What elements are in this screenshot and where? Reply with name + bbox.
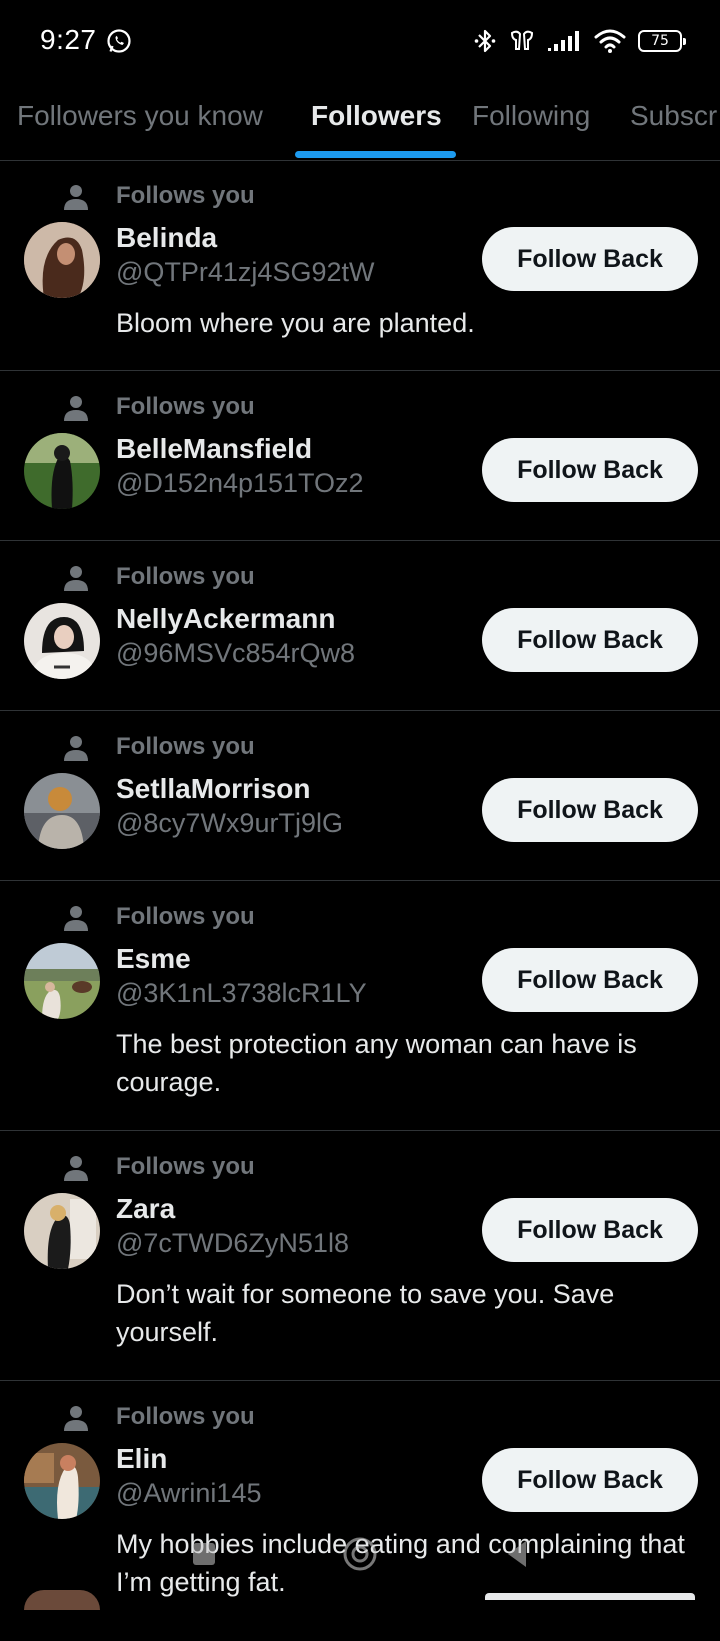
tab-followers-you-know[interactable]: Followers you know — [17, 100, 263, 160]
avatar[interactable] — [24, 603, 100, 679]
follow-back-button[interactable]: Follow Back — [482, 778, 698, 842]
bio: My hobbies include eating and complainin… — [116, 1529, 685, 1597]
display-name[interactable]: Esme — [116, 943, 191, 975]
follow-back-button[interactable]: Follow Back — [482, 948, 698, 1012]
follows-you-label: Follows you — [116, 393, 255, 420]
bio: Don’t wait for someone to save you. Save… — [116, 1279, 615, 1347]
follows-you-label: Follows you — [116, 1153, 255, 1180]
whatsapp-icon — [107, 29, 131, 53]
handle[interactable]: @3K1nL3738lcR1LY — [116, 978, 367, 1009]
follow-back-button[interactable]: Follow Back — [482, 608, 698, 672]
handle[interactable]: @7cTWD6ZyN51l8 — [116, 1228, 349, 1259]
list-item[interactable]: Follows you BelleMansfield @D152n4p151TO… — [0, 371, 720, 541]
status-time: 9:27 — [40, 24, 97, 55]
handle[interactable]: @D152n4p151TOz2 — [116, 468, 364, 499]
earbuds-icon — [510, 30, 534, 50]
follow-back-button[interactable]: Follow Back — [482, 1448, 698, 1512]
status-icons: 75 — [474, 26, 686, 56]
follows-you-label: Follows you — [116, 563, 255, 590]
follow-back-button[interactable]: Follow Back — [482, 1198, 698, 1262]
display-name[interactable]: Belinda — [116, 222, 217, 254]
list-item[interactable]: Follows you SetllaMorrison @8cy7Wx9urTj9… — [0, 711, 720, 881]
tab-subscriptions[interactable]: Subscr — [630, 100, 717, 160]
handle[interactable]: @8cy7Wx9urTj9lG — [116, 808, 343, 839]
avatar — [24, 1590, 100, 1610]
follows-you-label: Follows you — [116, 733, 255, 760]
display-name[interactable]: SetllaMorrison — [116, 773, 310, 805]
battery-level: 75 — [651, 33, 669, 49]
list-item[interactable]: Follows you Belinda @QTPr41zj4SG92tW Fol… — [0, 160, 720, 371]
handle[interactable]: @96MSVc854rQw8 — [116, 638, 355, 669]
list-item[interactable]: Follows you Elin @Awrini145 Follow Back … — [0, 1381, 720, 1641]
display-name[interactable]: BelleMansfield — [116, 433, 312, 465]
bio: Bloom where you are planted. — [116, 308, 475, 338]
list-item[interactable]: Follows you NellyAckermann @96MSVc854rQw… — [0, 541, 720, 711]
battery-icon: 75 — [638, 30, 686, 52]
person-icon — [64, 1156, 88, 1181]
follows-you-label: Follows you — [116, 182, 255, 209]
person-icon — [64, 1406, 88, 1431]
list-item[interactable]: Follows you Zara @7cTWD6ZyN51l8 Follow B… — [0, 1131, 720, 1381]
list-item[interactable]: Follows you Esme @3K1nL3738lcR1LY Follow… — [0, 881, 720, 1131]
avatar[interactable] — [24, 1443, 100, 1519]
person-icon — [64, 185, 88, 210]
follow-back-button[interactable]: Follow Back — [482, 227, 698, 291]
follows-you-label: Follows you — [116, 1403, 255, 1430]
partial-follow-button — [485, 1593, 695, 1600]
handle[interactable]: @Awrini145 — [116, 1478, 261, 1509]
person-icon — [64, 736, 88, 761]
tab-following[interactable]: Following — [472, 100, 590, 160]
bio: The best protection any woman can have i… — [116, 1029, 637, 1097]
bluetooth-icon — [474, 29, 496, 53]
display-name[interactable]: NellyAckermann — [116, 603, 335, 635]
avatar[interactable] — [24, 1193, 100, 1269]
signal-icon — [548, 31, 579, 51]
active-tab-indicator — [295, 151, 456, 158]
handle[interactable]: @QTPr41zj4SG92tW — [116, 257, 374, 288]
avatar[interactable] — [24, 222, 100, 298]
person-icon — [64, 396, 88, 421]
status-bar: 9:27 75 — [0, 0, 720, 84]
tab-bar: Followers you know Followers Following S… — [0, 84, 720, 161]
person-icon — [64, 566, 88, 591]
follows-you-label: Follows you — [116, 903, 255, 930]
display-name[interactable]: Elin — [116, 1443, 167, 1475]
follow-back-button[interactable]: Follow Back — [482, 438, 698, 502]
avatar[interactable] — [24, 943, 100, 1019]
person-icon — [64, 906, 88, 931]
display-name[interactable]: Zara — [116, 1193, 175, 1225]
avatar[interactable] — [24, 773, 100, 849]
avatar[interactable] — [24, 433, 100, 509]
wifi-icon — [594, 29, 626, 53]
